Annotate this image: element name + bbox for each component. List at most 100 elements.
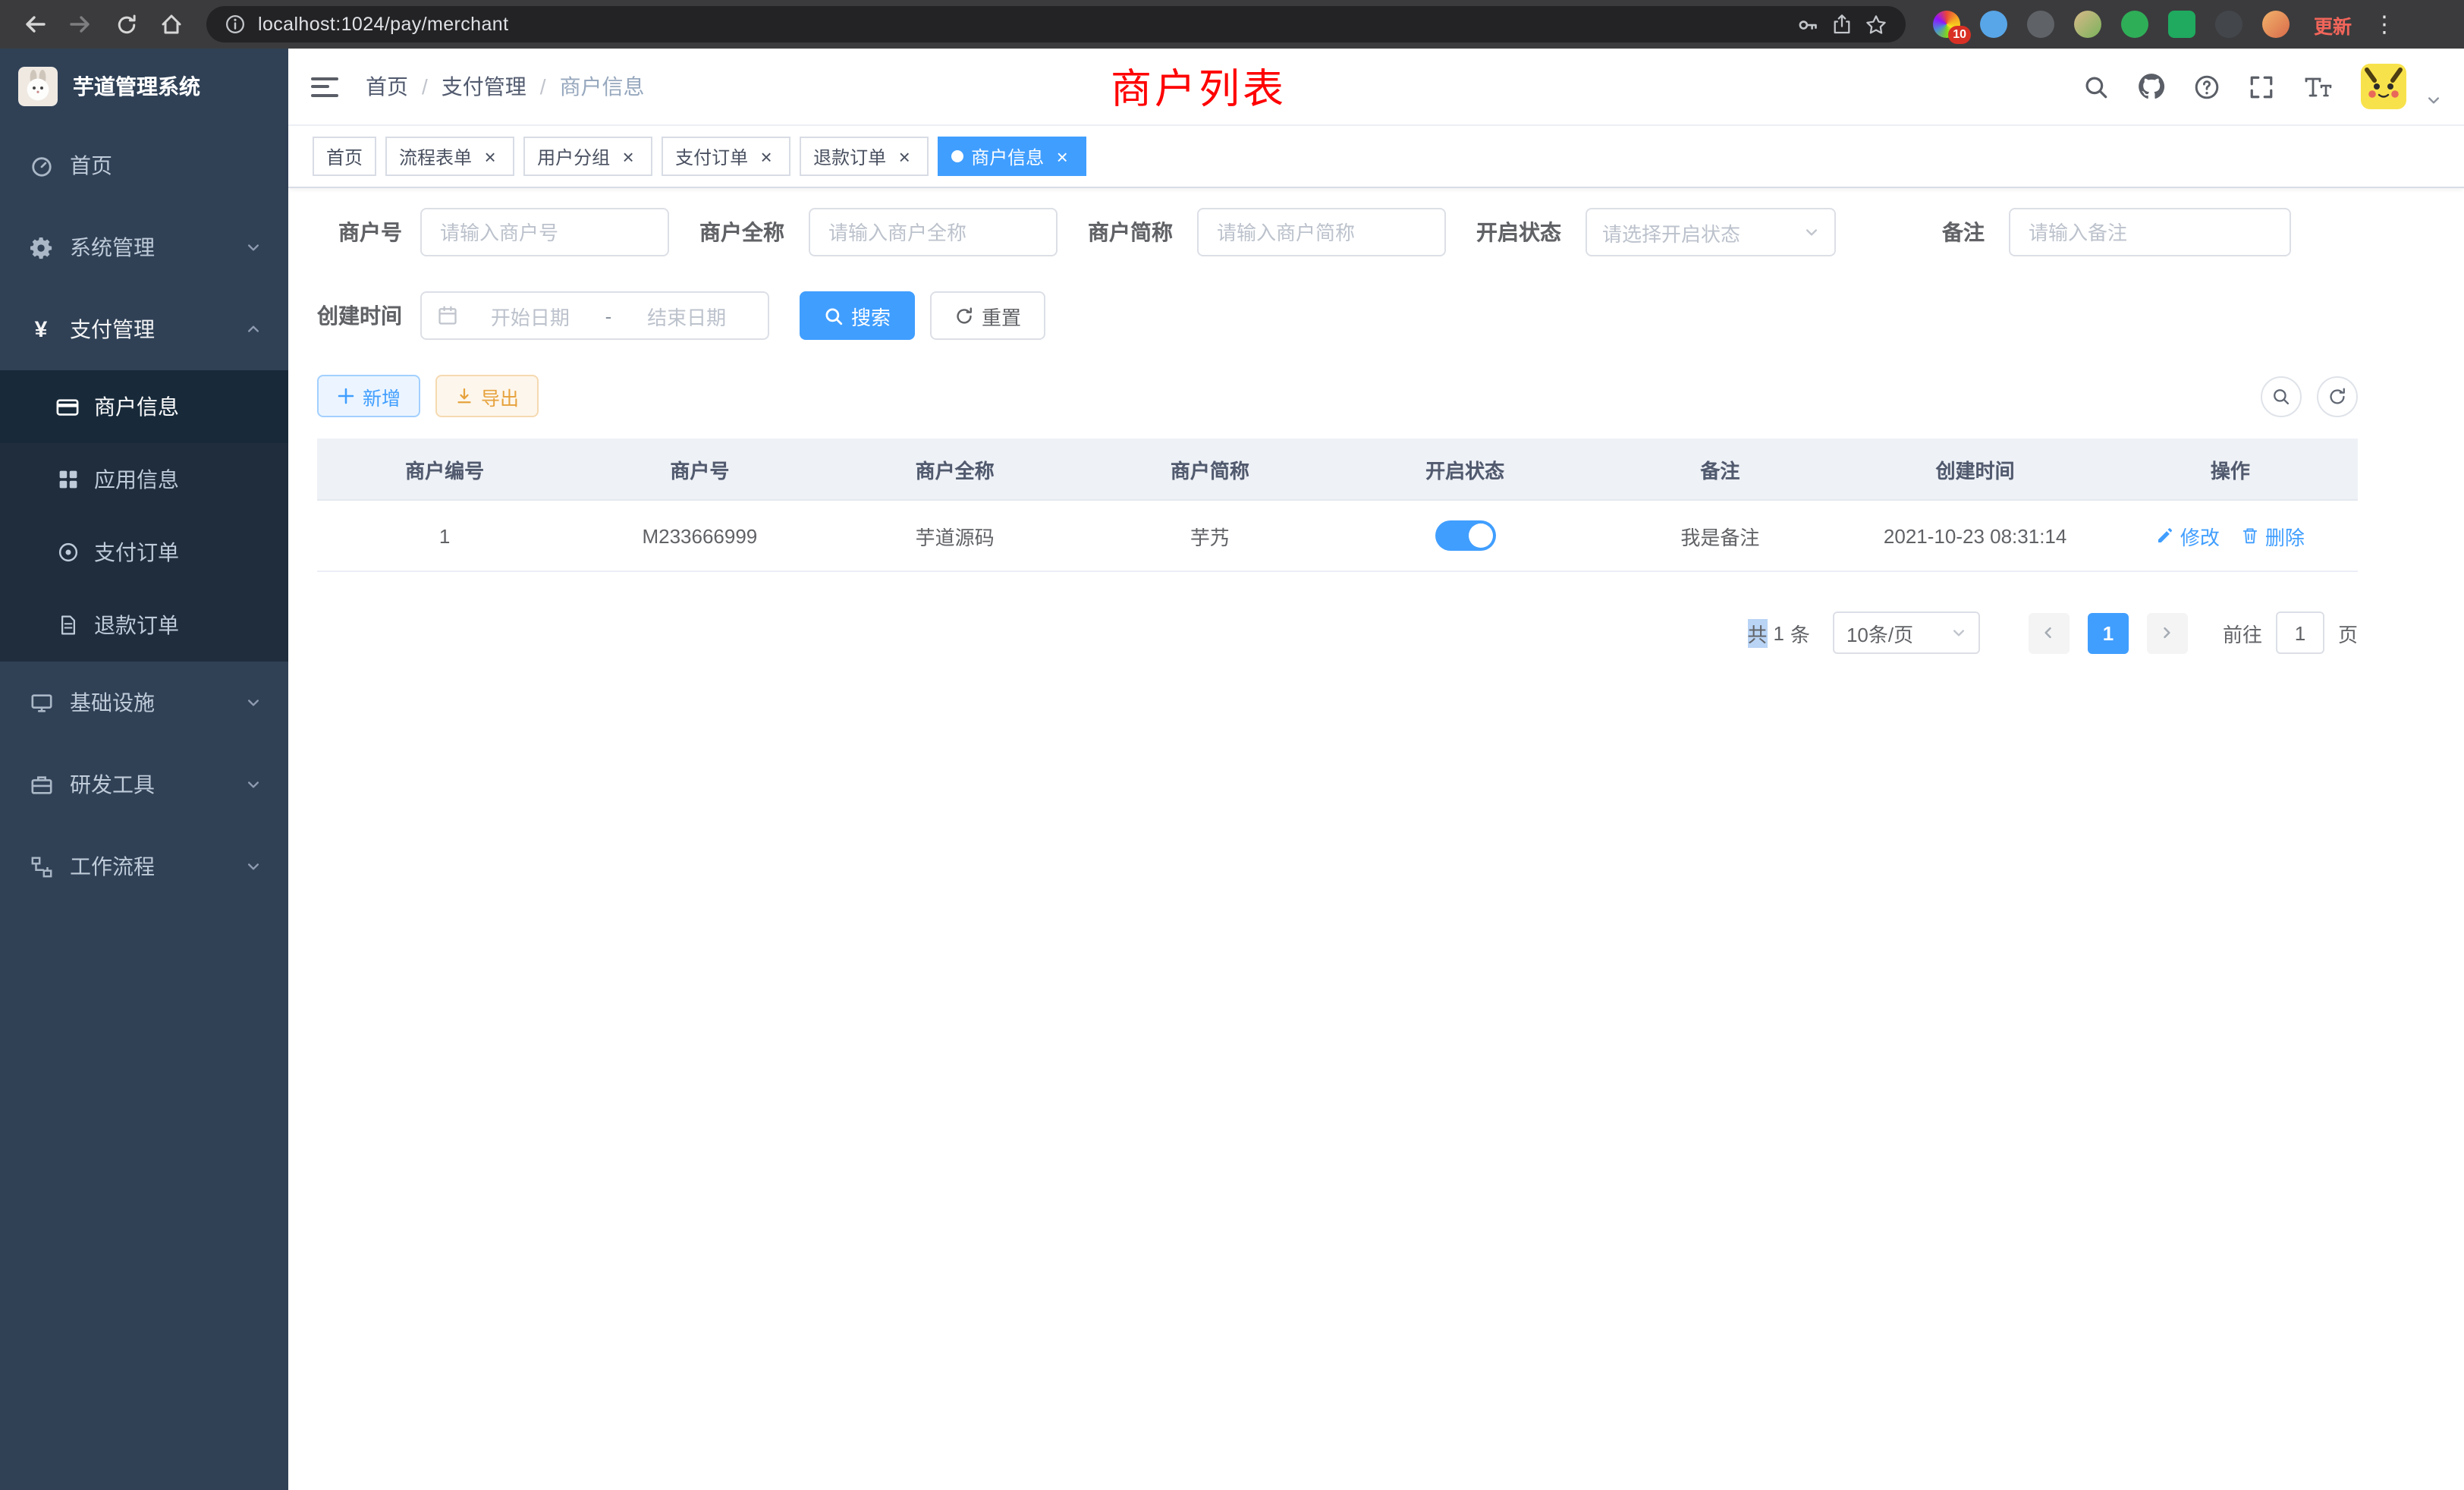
tab-refund-order[interactable]: 退款订单 × (800, 137, 929, 176)
fullscreen-icon[interactable] (2249, 74, 2274, 99)
remark-input[interactable] (2009, 208, 2291, 256)
column-header: 商户编号 (317, 454, 572, 483)
bookmark-star-icon[interactable] (1865, 13, 1887, 36)
page-number-button[interactable]: 1 (2088, 612, 2129, 653)
sidebar-menu: 首页 系统管理 ¥ 支付管理 (0, 124, 288, 907)
main-panel: 首页 / 支付管理 / 商户信息 商户列表 (288, 49, 2464, 1490)
sidebar-item-infra[interactable]: 基础设施 (0, 662, 288, 743)
search-button[interactable]: 搜索 (800, 291, 915, 340)
prev-page-button[interactable] (2029, 612, 2070, 653)
sidebar-item-workflow[interactable]: 工作流程 (0, 825, 288, 907)
cell-create-time: 2021-10-23 08:31:14 (1848, 524, 2103, 547)
sidebar-item-system[interactable]: 系统管理 (0, 206, 288, 288)
goto-page-input[interactable] (2276, 611, 2324, 654)
sidebar-item-refund-order[interactable]: 退款订单 (0, 589, 288, 662)
dashboard-icon (27, 154, 55, 177)
breadcrumb-current: 商户信息 (560, 71, 645, 102)
page-size-select[interactable]: 10条/页 (1833, 611, 1980, 654)
next-page-button[interactable] (2147, 612, 2188, 653)
search-form-row-1: 商户号 商户全称 商户简称 开启状态 请选择开启状态 (317, 208, 2358, 256)
merchant-table: 商户编号 商户号 商户全称 商户简称 开启状态 备注 创建时间 操作 1 M23… (317, 439, 2358, 572)
help-icon[interactable] (2194, 74, 2220, 99)
tab-home[interactable]: 首页 (313, 137, 376, 176)
address-bar[interactable]: localhost:1024/pay/merchant (206, 6, 1906, 42)
edit-link-label: 修改 (2180, 521, 2220, 550)
hamburger-icon[interactable] (311, 77, 338, 96)
tab-label: 首页 (326, 143, 363, 169)
end-date-placeholder[interactable]: 结束日期 (621, 301, 753, 330)
extension-avatar-icon[interactable] (2074, 11, 2101, 38)
breadcrumb-separator: / (422, 74, 428, 99)
extension-green-square-icon[interactable] (2168, 11, 2195, 38)
sidebar-item-label: 支付订单 (94, 537, 179, 567)
password-key-icon[interactable] (1796, 13, 1819, 36)
edit-link[interactable]: 修改 (2156, 521, 2220, 550)
tab-process-form[interactable]: 流程表单 × (385, 137, 514, 176)
tab-label: 用户分组 (537, 143, 610, 169)
user-avatar[interactable] (2361, 64, 2406, 109)
extension-color-wheel-icon[interactable]: 10 (1933, 11, 1960, 38)
breadcrumb-home[interactable]: 首页 (366, 71, 408, 102)
extension-green-circle-icon[interactable] (2121, 11, 2148, 38)
status-select-placeholder: 请选择开启状态 (1602, 218, 1740, 247)
merchant-name-input[interactable] (809, 208, 1058, 256)
reload-icon[interactable] (106, 5, 146, 44)
search-icon[interactable] (2083, 74, 2109, 99)
filter-status: 开启状态 请选择开启状态 (1476, 208, 1836, 256)
status-select[interactable]: 请选择开启状态 (1586, 208, 1836, 256)
home-icon[interactable] (152, 5, 191, 44)
export-button-label: 导出 (481, 382, 519, 410)
column-header: 商户简称 (1083, 454, 1337, 483)
filter-create-time: 创建时间 开始日期 - 结束日期 (317, 291, 769, 340)
merchant-short-input[interactable] (1197, 208, 1446, 256)
tab-close-icon[interactable]: × (894, 146, 915, 167)
site-info-icon[interactable] (225, 14, 246, 35)
refresh-table-button[interactable] (2317, 376, 2358, 417)
sidebar-item-merchant-info[interactable]: 商户信息 (0, 370, 288, 443)
cell-status (1337, 520, 1592, 551)
extension-orange-avatar-icon[interactable] (2262, 11, 2290, 38)
tab-close-icon[interactable]: × (756, 146, 777, 167)
tab-pay-order[interactable]: 支付订单 × (662, 137, 790, 176)
sidebar-item-app-info[interactable]: 应用信息 (0, 443, 288, 516)
extension-dark-icon[interactable] (2027, 11, 2054, 38)
chevron-down-icon (246, 859, 261, 874)
calendar-icon (437, 305, 458, 326)
tab-user-group[interactable]: 用户分组 × (523, 137, 652, 176)
app-logo[interactable]: 芋道管理系统 (0, 49, 288, 124)
github-icon[interactable] (2138, 73, 2165, 100)
tags-view-bar: 首页 流程表单 × 用户分组 × 支付订单 × 退款订单 × (288, 126, 2464, 188)
merchant-no-input[interactable] (420, 208, 669, 256)
add-button[interactable]: 新增 (317, 375, 420, 417)
font-size-icon[interactable] (2303, 74, 2332, 99)
tab-close-icon[interactable]: × (1051, 146, 1073, 167)
url-text[interactable]: localhost:1024/pay/merchant (258, 14, 508, 35)
reset-button[interactable]: 重置 (930, 291, 1045, 340)
start-date-placeholder[interactable]: 开始日期 (464, 301, 596, 330)
export-button[interactable]: 导出 (435, 375, 539, 417)
sidebar-item-home[interactable]: 首页 (0, 124, 288, 206)
browser-menu-icon[interactable]: ⋮ (2373, 11, 2396, 38)
delete-link[interactable]: 删除 (2241, 521, 2305, 550)
sidebar-item-pay-order[interactable]: 支付订单 (0, 516, 288, 589)
tab-close-icon[interactable]: × (618, 146, 639, 167)
sidebar-item-payment[interactable]: ¥ 支付管理 (0, 288, 288, 370)
date-range-picker[interactable]: 开始日期 - 结束日期 (420, 291, 769, 340)
cell-merchant-no: M233666999 (572, 524, 827, 547)
cell-short-name: 芋艿 (1083, 521, 1337, 550)
sidebar-item-devtools[interactable]: 研发工具 (0, 743, 288, 825)
status-toggle[interactable] (1435, 520, 1495, 551)
sidebar-item-label: 首页 (70, 150, 112, 181)
extension-blue-icon[interactable] (1980, 11, 2007, 38)
breadcrumb-payment[interactable]: 支付管理 (442, 71, 526, 102)
extension-puzzle-icon[interactable] (2215, 11, 2242, 38)
toggle-search-button[interactable] (2261, 376, 2302, 417)
back-icon[interactable] (15, 5, 55, 44)
share-icon[interactable] (1831, 14, 1853, 35)
forward-icon[interactable] (61, 5, 100, 44)
avatar-caret-icon[interactable] (2426, 93, 2441, 108)
tab-merchant-info[interactable]: 商户信息 × (938, 137, 1086, 176)
browser-update-button[interactable]: 更新 (2314, 10, 2352, 39)
chevron-down-icon (246, 777, 261, 792)
tab-close-icon[interactable]: × (479, 146, 501, 167)
